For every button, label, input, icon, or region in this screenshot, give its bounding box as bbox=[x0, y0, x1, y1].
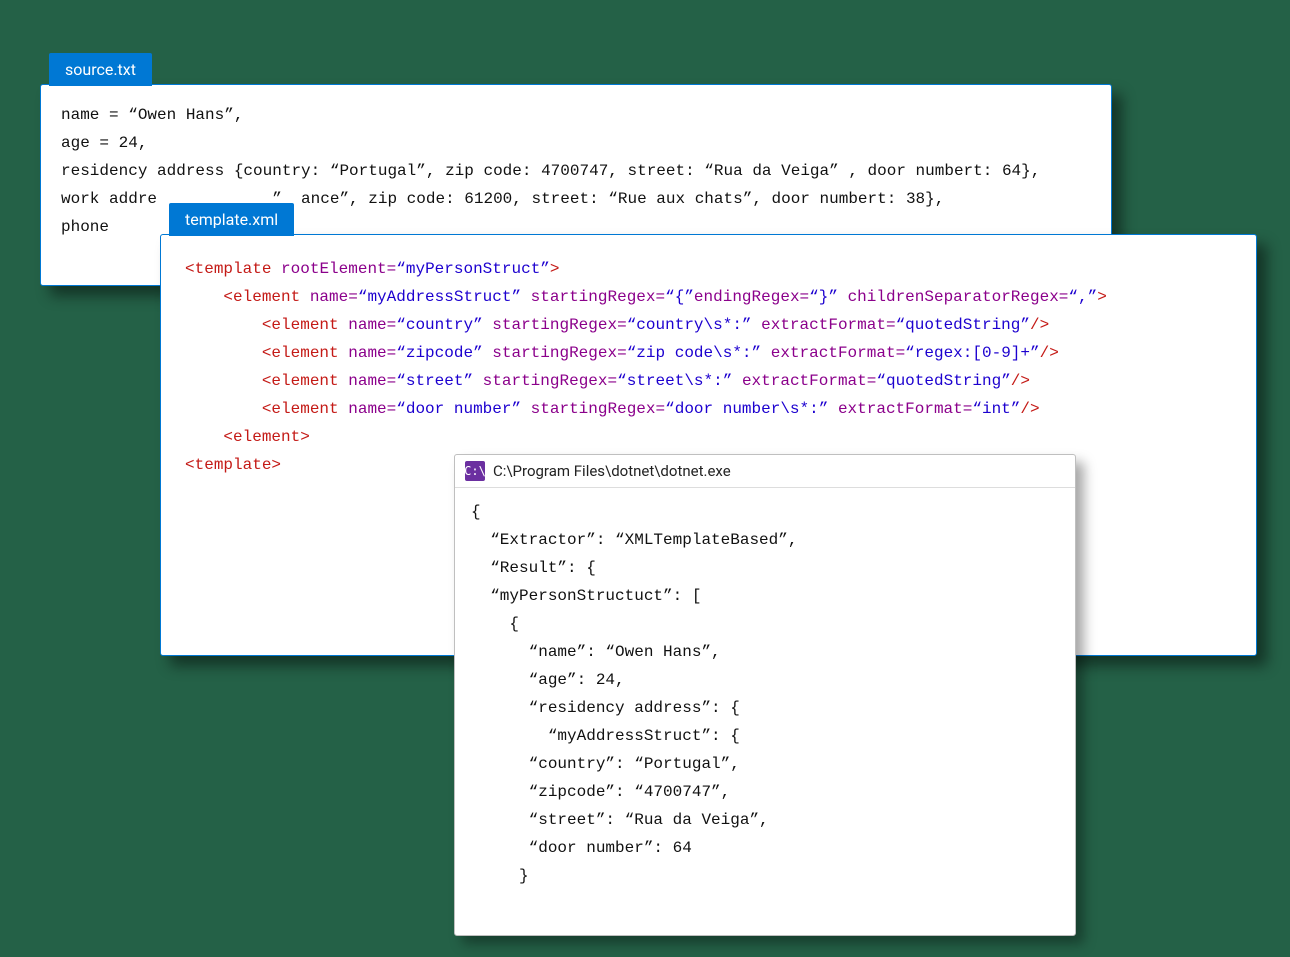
terminal-title-text: C:\Program Files\dotnet\dotnet.exe bbox=[493, 462, 731, 480]
source-tab[interactable]: source.txt bbox=[49, 53, 152, 86]
terminal-window: C:\ C:\Program Files\dotnet\dotnet.exe {… bbox=[454, 454, 1076, 936]
terminal-icon: C:\ bbox=[465, 461, 485, 481]
template-tab[interactable]: template.xml bbox=[169, 203, 294, 236]
terminal-output: { “Extractor”: “XMLTemplateBased”, “Resu… bbox=[455, 488, 1075, 900]
terminal-titlebar[interactable]: C:\ C:\Program Files\dotnet\dotnet.exe bbox=[455, 455, 1075, 488]
